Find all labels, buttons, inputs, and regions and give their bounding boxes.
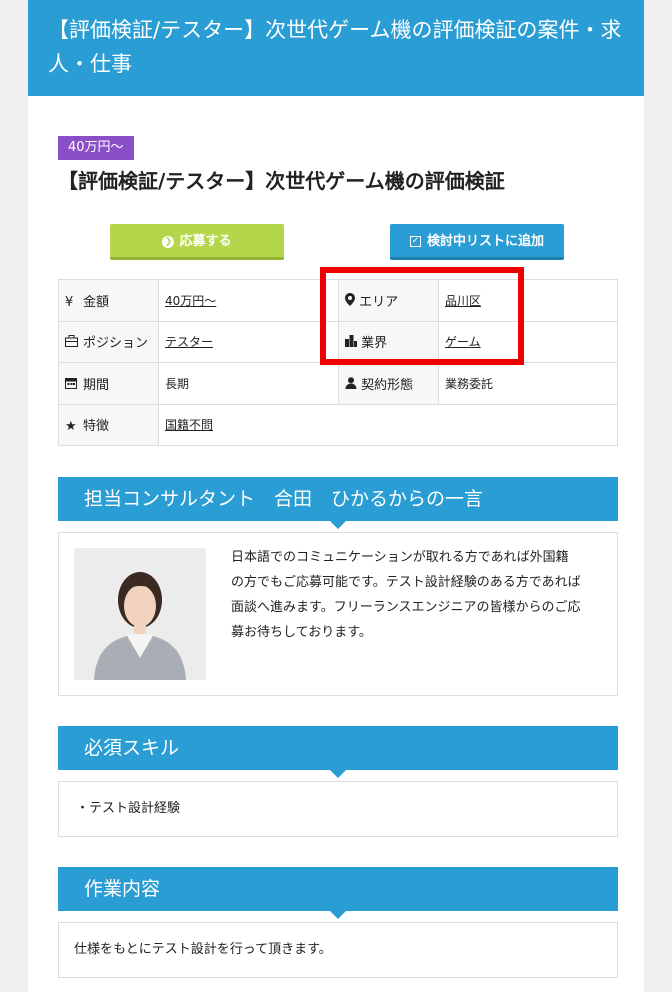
price-value-cell: 40万円～	[158, 279, 339, 322]
star-icon: ★	[65, 419, 77, 435]
highlight-box	[320, 267, 524, 365]
page-header: 【評価検証/テスター】次世代ゲーム機の評価検証の案件・求人・仕事	[28, 0, 644, 96]
period-label: 期間	[83, 377, 110, 393]
consultant-message: 日本語でのコミュニケーションが取れる方であれば外国籍の方でもご応募可能です。テス…	[231, 550, 581, 640]
feature-label-cell: ★ 特徴	[58, 403, 159, 446]
work-heading: 作業内容	[58, 867, 618, 919]
calendar-icon	[65, 377, 83, 393]
position-label-cell: ポジション	[58, 320, 159, 363]
period-value-cell: 長期	[158, 362, 339, 405]
contract-value-cell: 業務委託	[438, 362, 618, 405]
page: 【評価検証/テスター】次世代ゲーム機の評価検証の案件・求人・仕事 40万円～ 【…	[28, 0, 644, 992]
apply-button-label: 応募する	[179, 234, 232, 249]
apply-button[interactable]: ❯ 応募する	[110, 224, 284, 260]
position-value-cell: テスター	[158, 320, 339, 363]
add-to-list-label: 検討中リストに追加	[426, 234, 544, 249]
table-row: ★ 特徴 国籍不問	[58, 403, 618, 446]
table-row: 期間 長期 契約形態 業務委託	[58, 362, 618, 405]
consultant-heading: 担当コンサルタント 合田 ひかるからの一言	[58, 477, 618, 529]
arrow-circle-icon: ❯	[162, 235, 175, 248]
feature-label: 特徴	[83, 419, 110, 435]
work-box: 仕様をもとにテスト設計を行って頂きます。	[58, 922, 618, 978]
job-title: 【評価検証/テスター】次世代ゲーム機の評価検証	[58, 169, 505, 193]
period-label-cell: 期間	[58, 362, 159, 405]
briefcase-icon	[65, 335, 83, 351]
yen-icon: ¥	[65, 294, 74, 310]
skill-item: ・テスト設計経験	[76, 801, 181, 816]
contract-label-cell: 契約形態	[338, 362, 439, 405]
price-label: 金額	[83, 294, 110, 310]
position-link[interactable]: テスター	[165, 335, 213, 349]
checkbox-icon: ✓	[409, 236, 421, 247]
skills-heading: 必須スキル	[58, 726, 618, 778]
user-icon	[345, 376, 361, 393]
skills-box: ・テスト設計経験	[58, 781, 618, 837]
consultant-photo	[74, 548, 206, 680]
price-badge: 40万円～	[58, 136, 134, 160]
consultant-box: 日本語でのコミュニケーションが取れる方であれば外国籍の方でもご応募可能です。テス…	[58, 532, 618, 696]
contract-label: 契約形態	[361, 377, 414, 393]
position-label: ポジション	[83, 336, 149, 352]
work-text: 仕様をもとにテスト設計を行って頂きます。	[74, 942, 332, 957]
price-label-cell: ¥ 金額	[58, 279, 159, 322]
price-link[interactable]: 40万円～	[165, 294, 216, 308]
feature-value-cell: 国籍不問	[158, 403, 618, 446]
page-title: 【評価検証/テスター】次世代ゲーム機の評価検証の案件・求人・仕事	[48, 18, 622, 76]
add-to-list-button[interactable]: ✓ 検討中リストに追加	[390, 224, 564, 260]
feature-link[interactable]: 国籍不問	[165, 418, 213, 432]
